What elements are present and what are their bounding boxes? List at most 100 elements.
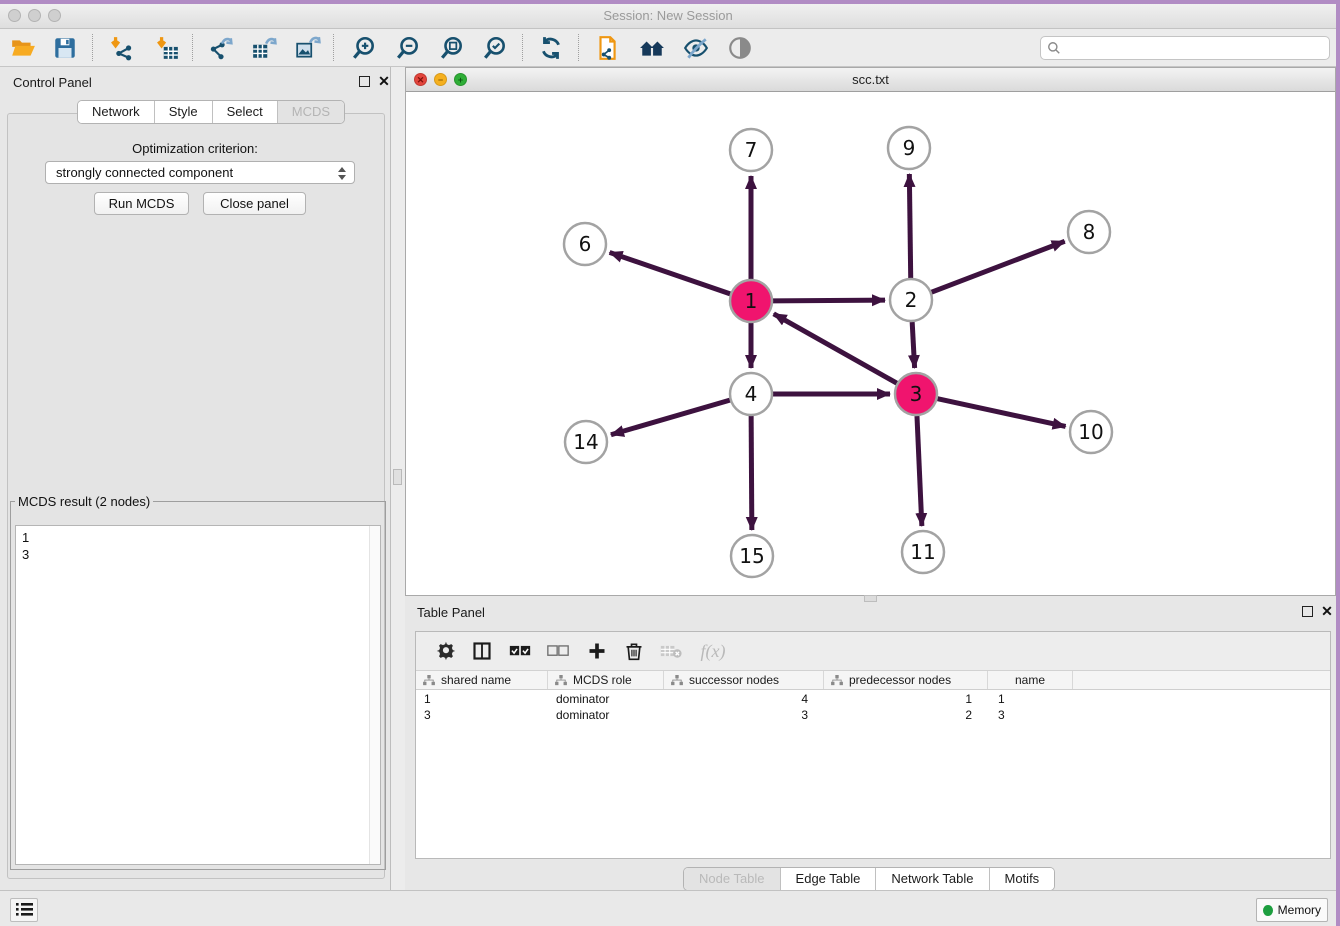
delete-table-button[interactable]: [656, 637, 686, 665]
cell-shared-name: 1: [416, 692, 548, 708]
graph-node-label-2: 2: [905, 288, 918, 312]
close-panel-button[interactable]: ✕: [376, 72, 392, 90]
export-image-button[interactable]: [293, 33, 323, 63]
hide-graphics-details-button[interactable]: [681, 33, 711, 63]
cell-mcds-role: dominator: [548, 692, 664, 708]
cell-name: 3: [988, 708, 1073, 724]
network-graph-canvas[interactable]: 7968124314101511: [406, 92, 1335, 595]
search-input[interactable]: [1040, 36, 1330, 60]
column-header-predecessor-nodes[interactable]: predecessor nodes: [824, 671, 988, 689]
export-image-icon: [295, 35, 321, 61]
zoom-in-button[interactable]: [349, 33, 379, 63]
tab-node-table[interactable]: Node Table: [684, 868, 781, 890]
table-settings-button[interactable]: [431, 637, 461, 665]
unchecked-boxes-icon: [547, 644, 569, 658]
result-scrollbar[interactable]: [369, 526, 380, 864]
graph-node-label-4: 4: [745, 382, 758, 406]
eye-slash-icon: [683, 35, 709, 61]
tab-network[interactable]: Network: [78, 101, 155, 123]
network-window-title: scc.txt: [406, 72, 1335, 87]
delete-column-button[interactable]: [619, 637, 649, 665]
export-network-button[interactable]: [206, 33, 236, 63]
tab-edge-table[interactable]: Edge Table: [781, 868, 877, 890]
show-graphics-details-button[interactable]: [725, 33, 755, 63]
column-header-name[interactable]: name: [988, 671, 1073, 689]
mcds-result-group: MCDS result (2 nodes) 1 3: [10, 494, 386, 870]
tab-mcds[interactable]: MCDS: [278, 101, 344, 123]
column-header-mcds-role[interactable]: MCDS role: [548, 671, 664, 689]
horizontal-splitter-handle[interactable]: [864, 595, 877, 602]
table-panel: Table Panel ✕: [405, 599, 1336, 894]
cell-mcds-role: dominator: [548, 708, 664, 724]
column-header-successor-nodes[interactable]: successor nodes: [664, 671, 824, 689]
graph-edge-3-10[interactable]: [937, 399, 1065, 427]
trash-icon: [624, 641, 644, 661]
show-columns-button[interactable]: [467, 637, 497, 665]
optimization-criterion-select[interactable]: strongly connected component: [45, 161, 355, 184]
deselect-all-button[interactable]: [543, 637, 573, 665]
cell-shared-name: 3: [416, 708, 548, 724]
zoom-out-button[interactable]: [393, 33, 423, 63]
float-panel-button[interactable]: [359, 76, 370, 87]
list-icon: [16, 902, 33, 917]
network-window-titlebar: ✕ − + scc.txt: [406, 68, 1335, 92]
graph-node-label-3: 3: [910, 382, 923, 406]
refresh-view-button[interactable]: [536, 33, 566, 63]
graph-edge-2-9[interactable]: [909, 174, 910, 278]
export-table-icon: [251, 35, 277, 61]
graph-edge-4-14[interactable]: [611, 400, 730, 435]
window-title: Session: New Session: [0, 8, 1336, 23]
open-session-button[interactable]: [8, 33, 38, 63]
checked-boxes-icon: [509, 644, 531, 658]
toolbar-separator: [192, 34, 193, 61]
zoom-in-icon: [351, 35, 377, 61]
home-layout-button[interactable]: [637, 33, 667, 63]
memory-button[interactable]: Memory: [1256, 898, 1328, 922]
import-table-button[interactable]: [152, 33, 182, 63]
toolbar-separator: [92, 34, 93, 61]
import-network-button[interactable]: [106, 33, 136, 63]
tab-style[interactable]: Style: [155, 101, 213, 123]
vertical-splitter[interactable]: [391, 67, 405, 894]
mcds-result-textarea[interactable]: 1 3: [15, 525, 381, 865]
main-window: Session: New Session: [0, 4, 1336, 926]
memory-status-dot: [1263, 905, 1273, 916]
function-builder-button[interactable]: f(x): [693, 637, 733, 665]
toolbar-separator: [522, 34, 523, 61]
graph-edge-3-1[interactable]: [774, 314, 897, 383]
close-table-panel-button[interactable]: ✕: [1319, 602, 1335, 620]
export-table-button[interactable]: [249, 33, 279, 63]
tab-motifs[interactable]: Motifs: [990, 868, 1055, 890]
graph-edge-2-8[interactable]: [932, 241, 1065, 292]
toolbar-separator: [578, 34, 579, 61]
clone-network-button[interactable]: [592, 33, 622, 63]
run-mcds-button[interactable]: Run MCDS: [94, 192, 189, 215]
mcds-result-title: MCDS result (2 nodes): [15, 494, 153, 509]
splitter-handle[interactable]: [393, 469, 402, 485]
table-row[interactable]: 1 dominator 4 1 1: [416, 692, 1330, 708]
task-history-button[interactable]: [10, 898, 38, 922]
create-column-button[interactable]: [582, 637, 612, 665]
graph-edge-1-6[interactable]: [610, 252, 731, 293]
graph-edge-2-3[interactable]: [912, 322, 914, 368]
zoom-fit-icon: [439, 35, 465, 61]
cell-predecessor-nodes: 1: [824, 692, 988, 708]
graph-node-label-11: 11: [910, 540, 935, 564]
graph-edge-1-2[interactable]: [773, 300, 885, 301]
close-panel-button-inner[interactable]: Close panel: [203, 192, 306, 215]
column-tree-icon: [671, 675, 683, 686]
float-table-panel-button[interactable]: [1302, 606, 1313, 617]
optimization-criterion-value: strongly connected component: [56, 165, 233, 180]
graph-edge-3-11[interactable]: [917, 416, 922, 526]
status-bar: Memory: [0, 890, 1336, 926]
zoom-selected-button[interactable]: [480, 33, 510, 63]
eye-icon: [727, 35, 753, 61]
table-row[interactable]: 3 dominator 3 2 3: [416, 708, 1330, 724]
tab-network-table[interactable]: Network Table: [876, 868, 989, 890]
zoom-fit-button[interactable]: [437, 33, 467, 63]
select-all-button[interactable]: [505, 637, 535, 665]
graph-edge-4-15[interactable]: [751, 416, 752, 530]
save-session-button[interactable]: [50, 33, 80, 63]
column-header-shared-name[interactable]: shared name: [416, 671, 548, 689]
tab-select[interactable]: Select: [213, 101, 278, 123]
